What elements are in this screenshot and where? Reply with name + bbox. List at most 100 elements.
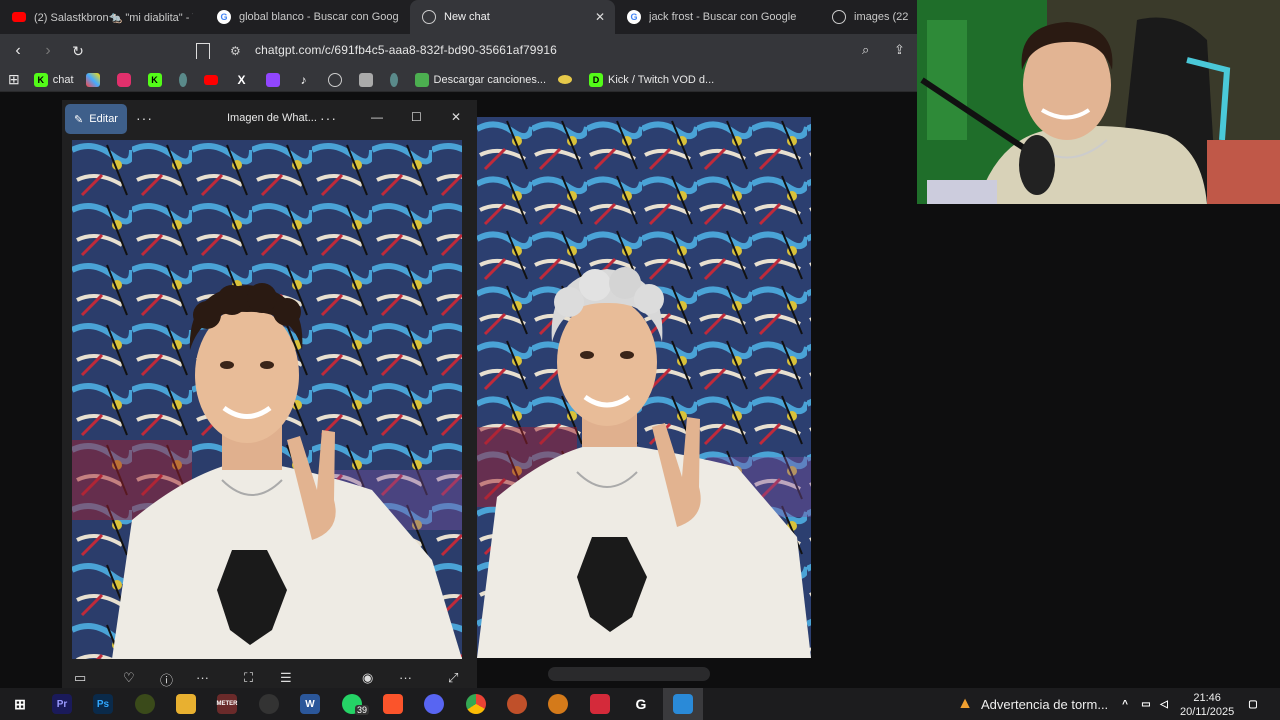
photo-edited-graphic [477,117,811,658]
bookmark-label: Descargar canciones... [433,73,547,86]
photo-original [72,140,462,659]
chrome-icon[interactable] [466,694,486,714]
word-icon[interactable]: W [300,694,320,714]
bookmark-descargar[interactable]: Descargar canciones... [414,72,547,87]
zoom-icon[interactable]: ⌕ [862,42,878,58]
bookmark-chat[interactable]: K chat [33,72,74,87]
brave-icon[interactable] [383,694,403,714]
bookmark-label: Kick / Twitch VOD d... [608,73,715,86]
close-tab-icon[interactable]: ✕ [595,10,605,24]
reload-icon[interactable]: ↻ [66,39,90,63]
chevron-up-icon[interactable]: ^ [1115,694,1135,714]
more-options-icon[interactable]: ··· [136,110,153,126]
bookmark-drop[interactable] [178,72,192,87]
favorite-heart-icon[interactable]: ♡ [123,670,135,686]
discord-icon[interactable] [424,694,444,714]
more-icon[interactable]: ··· [196,670,209,685]
weather-alert[interactable]: Advertencia de torm... [981,697,1108,712]
tab-images[interactable]: images (225×2 [820,0,920,34]
bookmark-icon[interactable] [196,43,210,59]
youtube-icon [12,12,26,22]
crop-icon[interactable]: ⛶ [244,670,253,686]
edit-image-icon: ✎ [74,113,84,126]
photo-original-graphic [72,140,462,659]
fullscreen-icon[interactable]: ⤢ [448,670,458,686]
bookmark-drop-2[interactable] [389,72,403,87]
drop-icon [178,72,187,87]
bookmark-lips[interactable] [558,75,577,84]
d-icon: D [589,72,604,87]
pinwheel-icon [85,72,100,87]
bookmark-x[interactable]: X [235,73,254,87]
download-icon [414,72,429,87]
fl-studio-icon[interactable] [548,694,568,714]
bookmark-youtube[interactable] [203,74,223,85]
desktop-root: (2) Salastkbron🐀 "mi diablita" - Yo G gl… [0,0,1280,720]
app-red-icon[interactable] [590,694,610,714]
tab-google-global-blanco[interactable]: G global blanco - Buscar con Google [205,0,410,34]
zoom-fit-icon[interactable]: ◉ [362,670,373,686]
edit-button[interactable]: ✎ Editar [65,104,127,134]
bookmark-kick[interactable]: K [147,72,167,87]
bookmark-pinwheel[interactable] [85,72,105,87]
premiere-icon[interactable]: Pr [52,694,72,714]
site-info-icon[interactable]: ⚙ [230,44,244,58]
filmstrip-icon[interactable]: ▭ [74,670,86,686]
twitch-icon [265,72,280,87]
capcut-icon[interactable]: G [631,694,651,714]
obs-icon[interactable] [259,694,279,714]
youtube-icon [203,74,218,85]
apps-icon[interactable]: ⊞ [8,71,20,88]
bookmark-kick-vod[interactable]: D Kick / Twitch VOD d... [589,72,715,87]
more-icon[interactable]: ··· [399,670,412,685]
bookmark-image[interactable] [358,72,378,87]
warning-icon[interactable]: ▲ [955,694,975,714]
x-icon: X [237,72,246,87]
url-field[interactable]: chatgpt.com/c/691fb4c5-aaa8-832f-bd90-35… [255,43,557,57]
info-icon[interactable]: ⓘ [160,670,173,689]
bookmark-tiktok[interactable]: ♪ [297,73,316,87]
app-icon[interactable] [135,694,155,714]
minimize-icon[interactable]: — [371,110,383,124]
network-icon[interactable]: ▭ [1136,694,1156,714]
google-icon: G [627,10,641,24]
windows-taskbar: ⊞ Pr Ps METER W 39 G ▲ Advertencia de to… [0,688,1280,720]
volume-icon[interactable]: ◁ [1154,694,1174,714]
more-options-icon[interactable]: ··· [320,110,337,126]
bookmark-twitch[interactable] [265,72,285,87]
edit-button-label: Editar [89,113,118,125]
notification-icon[interactable]: ▢ [1243,694,1263,714]
windows-start-icon[interactable]: ⊞ [10,694,30,714]
chat-input-preview[interactable] [548,667,710,681]
image-icon [358,72,373,87]
chatgpt-icon [422,10,436,24]
tab-google-jack-frost[interactable]: G jack frost - Buscar con Google [615,0,820,34]
share-icon[interactable]: ⇪ [894,42,910,58]
viewer-title: Imagen de What... [227,112,317,124]
tab-youtube[interactable]: (2) Salastkbron🐀 "mi diablita" - Yo [0,0,205,34]
forward-icon[interactable]: › [36,39,60,63]
bookmark-chatgpt[interactable] [327,72,347,87]
close-icon[interactable]: ✕ [451,110,461,124]
tab-label: jack frost - Buscar con Google [649,11,797,23]
photoshop-icon[interactable]: Ps [93,694,113,714]
back-icon[interactable]: ‹ [6,39,30,63]
adjust-icon[interactable]: ☰ [280,670,292,686]
address-bar-actions: ⌕ ⇪ [862,42,910,58]
instagram-icon [116,72,131,87]
google-icon: G [217,10,231,24]
bookmark-instagram[interactable] [116,72,136,87]
maximize-icon[interactable]: ☐ [411,110,422,124]
meter-icon[interactable]: METER [217,694,238,714]
kick-icon: K [147,72,162,87]
tab-label: global blanco - Buscar con Google [239,11,398,23]
tab-new-chat[interactable]: New chat ✕ [410,0,615,34]
tab-label: images (225×2 [854,11,908,23]
photos-viewer-window: ✎ Editar ··· Imagen de What... ··· — ☐ ✕ [62,100,477,692]
folder-icon[interactable] [176,694,196,714]
app-icon[interactable] [507,694,527,714]
photo-edited [477,117,811,658]
photos-icon[interactable] [673,694,693,714]
system-clock[interactable]: 21:46 20/11/2025 [1180,691,1234,719]
lips-icon [558,75,573,84]
